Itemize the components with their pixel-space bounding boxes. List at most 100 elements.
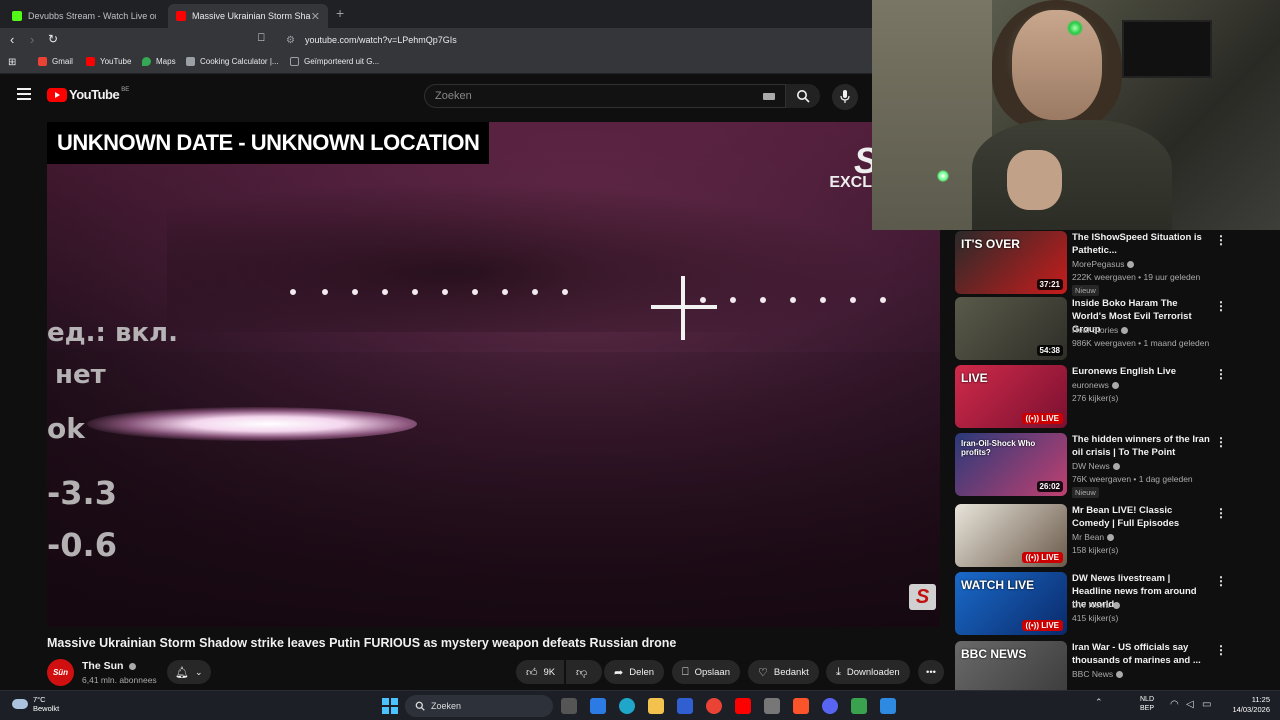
bookmark-cooking-calculator[interactable]: Cooking Calculator |... bbox=[186, 57, 279, 66]
video-player[interactable]: UNKNOWN DATE - UNKNOWN LOCATION S EXCL е… bbox=[47, 122, 940, 627]
keyboard-icon[interactable] bbox=[763, 93, 775, 100]
share-button[interactable]: ➦ Delen bbox=[604, 660, 665, 684]
recommendation-title[interactable]: Mr Bean LIVE! Classic Comedy | Full Epis… bbox=[1072, 504, 1212, 530]
recommendation-channel[interactable]: DW News bbox=[1072, 461, 1120, 471]
app-icon[interactable] bbox=[851, 698, 867, 714]
recommendation-channel[interactable]: Mr Bean bbox=[1072, 532, 1115, 542]
recommendation-title[interactable]: The hidden winners of the Iran oil crisi… bbox=[1072, 433, 1212, 459]
recommendation-title[interactable]: The IShowSpeed Situation is Pathetic... bbox=[1072, 231, 1212, 257]
browser-toolbar: ‹ › ↻ ⎕ ⚙ youtube.com/watch?v=LPehmQp7GI… bbox=[0, 28, 872, 52]
notifications-button[interactable]: 🔔︎ ⌄ bbox=[167, 660, 211, 684]
volume-icon[interactable]: ◁ bbox=[1186, 699, 1194, 710]
video-thumbnail[interactable]: WATCH LIVE ((•)) LIVE bbox=[955, 572, 1067, 635]
reticle-dot bbox=[352, 289, 358, 295]
recommendation-channel[interactable]: euronews bbox=[1072, 380, 1119, 390]
clock-date: 14/03/2026 bbox=[1232, 705, 1270, 714]
task-view-icon[interactable] bbox=[561, 698, 577, 714]
video-thumbnail[interactable]: LIVE ((•)) LIVE bbox=[955, 365, 1067, 428]
new-tab-icon[interactable]: + bbox=[336, 5, 344, 21]
more-vertical-icon[interactable]: ⋮ bbox=[1215, 233, 1227, 247]
chrome-icon[interactable] bbox=[706, 698, 722, 714]
edge-icon[interactable] bbox=[619, 698, 635, 714]
video-thumbnail[interactable]: IT'S OVER 37:21 bbox=[955, 231, 1067, 294]
forward-icon[interactable]: › bbox=[30, 32, 34, 47]
video-thumbnail[interactable]: 54:38 bbox=[955, 297, 1067, 360]
video-caption-banner: UNKNOWN DATE - UNKNOWN LOCATION bbox=[47, 122, 490, 164]
app-icon[interactable] bbox=[880, 698, 896, 714]
recommendation-item[interactable]: WATCH LIVE ((•)) LIVE DW News livestream |… bbox=[955, 572, 1235, 636]
channel-avatar[interactable]: Sün bbox=[47, 659, 74, 686]
file-explorer-icon[interactable] bbox=[648, 698, 664, 714]
youtube-app-icon[interactable] bbox=[735, 698, 751, 714]
bookmark-icon[interactable]: ⎕ bbox=[258, 32, 265, 45]
voice-search-button[interactable] bbox=[832, 84, 858, 110]
taskbar-search[interactable]: Zoeken bbox=[405, 695, 553, 717]
save-button[interactable]: ⎕ Opslaan bbox=[672, 660, 740, 684]
tab-title: Massive Ukrainian Storm Sha bbox=[192, 11, 311, 21]
recommendation-item[interactable]: LIVE ((•)) LIVE Euronews English Live euron… bbox=[955, 365, 1235, 429]
youtube-logo[interactable]: YouTube BE bbox=[47, 87, 129, 102]
site-info-icon[interactable]: ⚙ bbox=[286, 35, 295, 46]
search-button[interactable] bbox=[786, 84, 820, 108]
recommendation-item[interactable]: Iran-Oil-Shock Who profits? 26:02 The hidd… bbox=[955, 433, 1235, 498]
weather-widget[interactable]: 7°C Bewolkt bbox=[12, 695, 59, 713]
reticle-dot bbox=[700, 297, 706, 303]
input-language[interactable]: NLD BEP bbox=[1140, 695, 1154, 713]
clock-time: 11:25 bbox=[1251, 695, 1270, 704]
taskbar-clock[interactable]: 11:25 14/03/2026 bbox=[1224, 695, 1270, 715]
tab-devubbs-stream[interactable]: Devubbs Stream - Watch Live on bbox=[4, 4, 164, 28]
more-vertical-icon[interactable]: ⋮ bbox=[1215, 367, 1227, 381]
recommendation-item[interactable]: IT'S OVER 37:21 The IShowSpeed Situation i… bbox=[955, 231, 1235, 296]
tab-youtube-video[interactable]: Massive Ukrainian Storm Sha ✕ bbox=[168, 4, 328, 28]
recommendation-meta: 222K weergaven • 19 uur geleden bbox=[1072, 272, 1201, 282]
reload-icon[interactable]: ↻ bbox=[48, 32, 58, 46]
bookmark-youtube[interactable]: YouTube bbox=[86, 57, 131, 66]
apps-grid-icon[interactable]: ⊞ bbox=[8, 57, 16, 68]
discord-icon[interactable] bbox=[822, 698, 838, 714]
bookmark-label: Geïmporteerd uit G... bbox=[304, 57, 380, 66]
search-input[interactable]: Zoeken bbox=[424, 84, 786, 108]
download-button[interactable]: ⤓ Downloaden bbox=[826, 660, 910, 684]
hamburger-menu-icon[interactable] bbox=[17, 88, 31, 100]
address-bar[interactable]: ⚙ youtube.com/watch?v=LPehmQp7GIs bbox=[278, 30, 872, 50]
recommendation-title[interactable]: Iran War - US officials say thousands of… bbox=[1072, 641, 1212, 667]
thumbnail-text: Iran-Oil-Shock Who profits? bbox=[961, 439, 1036, 457]
close-tab-icon[interactable]: ✕ bbox=[311, 10, 320, 23]
reticle-dot bbox=[760, 297, 766, 303]
bookmark-imported-folder[interactable]: Geïmporteerd uit G... bbox=[290, 57, 379, 66]
recommendation-item[interactable]: 54:38 Inside Boko Haram The World's Most … bbox=[955, 297, 1235, 361]
recommendation-channel[interactable]: MorePegasus bbox=[1072, 259, 1135, 269]
recommendation-channel[interactable]: DW News bbox=[1072, 600, 1120, 610]
calculator-icon[interactable] bbox=[764, 698, 780, 714]
more-actions-button[interactable]: ••• bbox=[918, 660, 944, 684]
bookmark-gmail[interactable]: Gmail bbox=[38, 57, 73, 66]
dislike-button[interactable]: 👎︎ bbox=[566, 660, 602, 684]
system-tray-chevron-icon[interactable]: ⌃ bbox=[1095, 697, 1103, 708]
more-vertical-icon[interactable]: ⋮ bbox=[1215, 299, 1227, 313]
video-thumbnail[interactable]: Iran-Oil-Shock Who profits? 26:02 bbox=[955, 433, 1067, 496]
brave-icon[interactable] bbox=[793, 698, 809, 714]
recommendation-title[interactable]: Euronews English Live bbox=[1072, 365, 1212, 378]
recommendation-channel[interactable]: BBC News bbox=[1072, 669, 1124, 679]
recommendation-channel[interactable]: Real Stories bbox=[1072, 325, 1129, 335]
back-icon[interactable]: ‹ bbox=[10, 32, 14, 47]
video-duration: 54:38 bbox=[1036, 345, 1063, 356]
more-vertical-icon[interactable]: ⋮ bbox=[1215, 643, 1227, 657]
recommendation-item[interactable]: ((•)) LIVE Mr Bean LIVE! Classic Comedy |… bbox=[955, 504, 1235, 568]
more-vertical-icon[interactable]: ⋮ bbox=[1215, 506, 1227, 520]
like-button[interactable]: 👍︎ 9K bbox=[516, 660, 564, 684]
more-vertical-icon[interactable]: ⋮ bbox=[1215, 435, 1227, 449]
thanks-button[interactable]: ♡ Bedankt bbox=[748, 660, 819, 684]
store-icon[interactable] bbox=[590, 698, 606, 714]
channel-name-text: The Sun bbox=[82, 660, 124, 672]
outlook-icon[interactable] bbox=[677, 698, 693, 714]
windows-start-icon[interactable] bbox=[382, 698, 398, 714]
video-thumbnail[interactable]: ((•)) LIVE bbox=[955, 504, 1067, 567]
bookmark-maps[interactable]: Maps bbox=[142, 57, 176, 66]
battery-icon[interactable]: ▭ bbox=[1202, 699, 1211, 710]
wifi-icon[interactable]: ◠ bbox=[1170, 699, 1179, 710]
reticle-dot bbox=[322, 289, 328, 295]
channel-name[interactable]: The Sun bbox=[82, 660, 137, 672]
more-vertical-icon[interactable]: ⋮ bbox=[1215, 574, 1227, 588]
thumbnail-text: BBC NEWS bbox=[961, 647, 1027, 661]
